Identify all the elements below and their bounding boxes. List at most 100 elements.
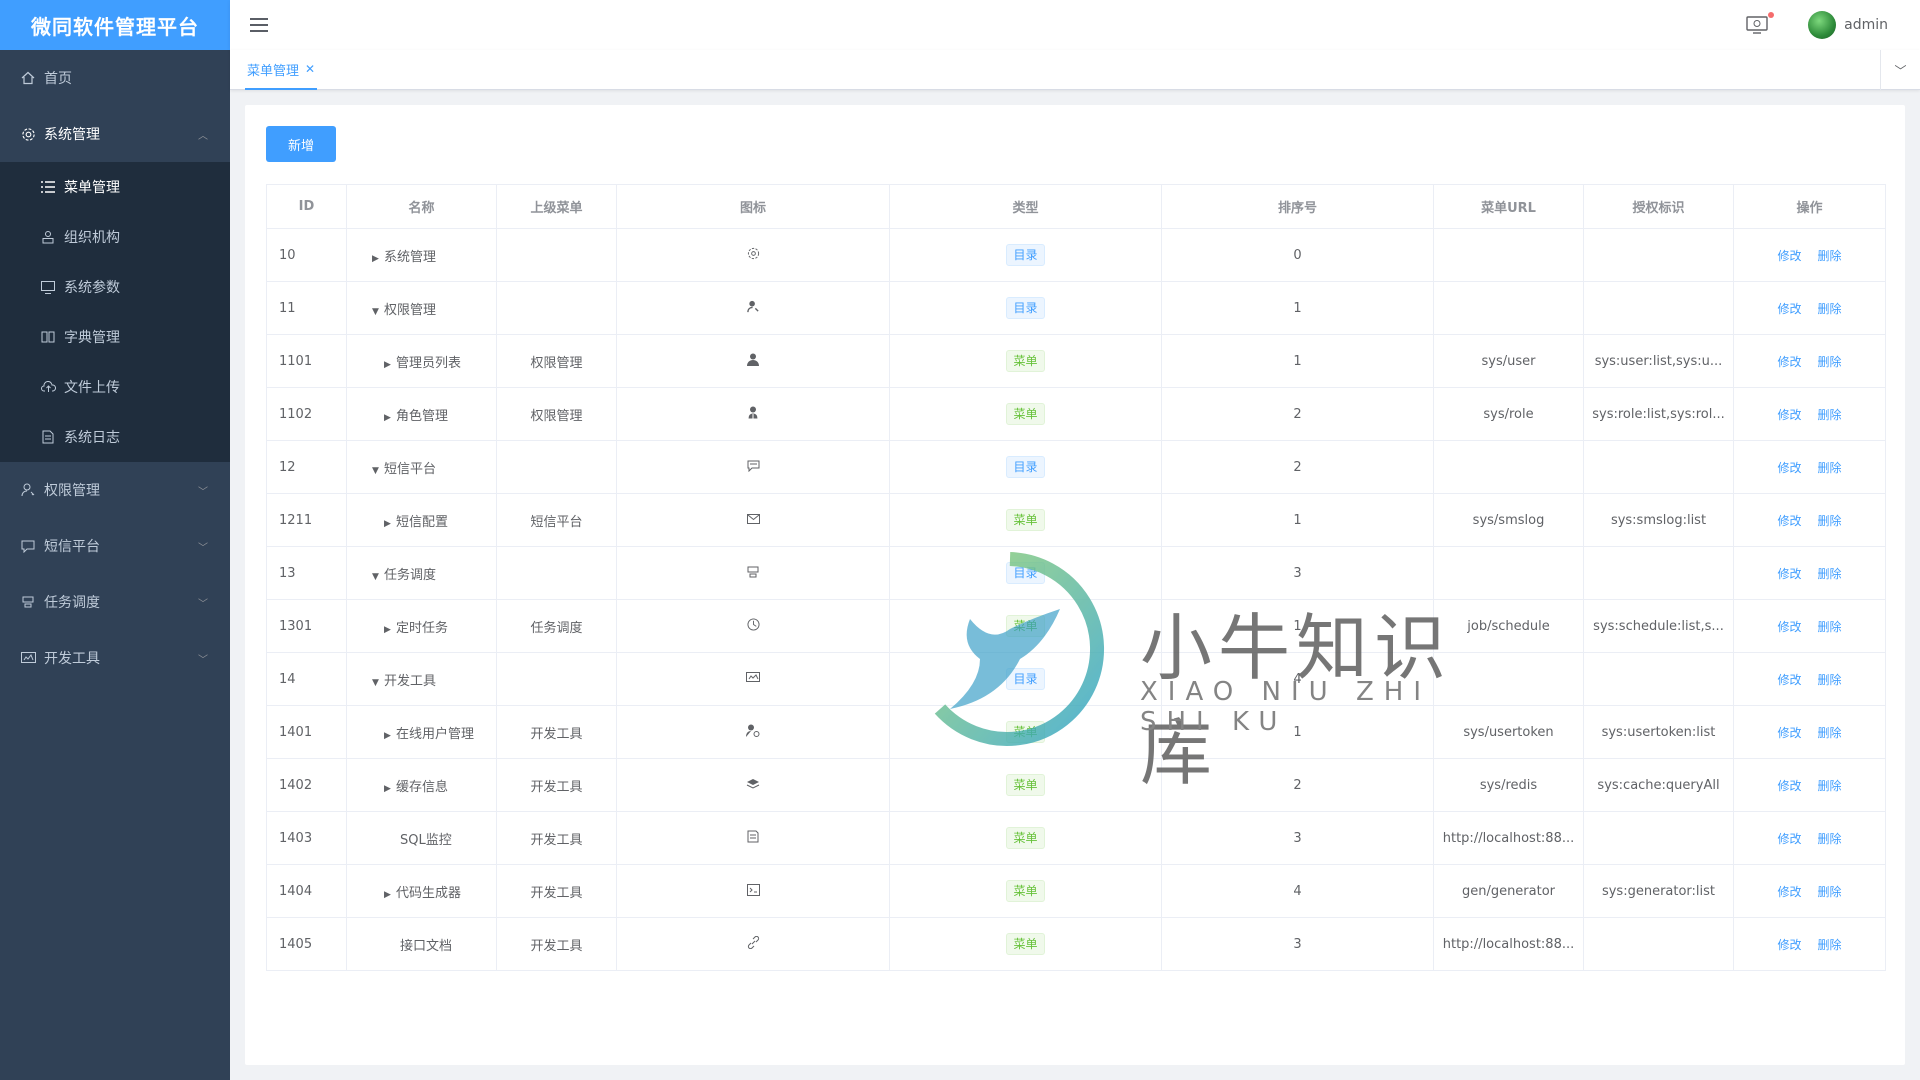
sidebar-item-organization[interactable]: 组织机构	[0, 212, 230, 262]
username[interactable]: admin	[1844, 17, 1888, 33]
order-cell: 3	[1161, 917, 1434, 971]
delete-button[interactable]: 删除	[1818, 567, 1842, 581]
expand-caret-icon[interactable]: ▶	[384, 784, 396, 794]
sidebar-item-file-upload[interactable]: 文件上传	[0, 362, 230, 412]
expand-caret-icon[interactable]: ▶	[384, 625, 396, 635]
tags-view: 菜单管理 ✕ ﹀	[230, 50, 1920, 90]
actions-cell: 修改 删除	[1733, 917, 1886, 971]
icon-cell	[616, 493, 890, 547]
delete-button[interactable]: 删除	[1818, 461, 1842, 475]
sidebar-item-permission[interactable]: 权限管理 ﹀	[0, 462, 230, 518]
sidebar-item-sms[interactable]: 短信平台 ﹀	[0, 518, 230, 574]
id-cell: 11	[266, 281, 347, 335]
table-header-row: ID 名称 上级菜单 图标 类型 排序号 菜单URL 授权标识 操作	[266, 184, 1886, 229]
expand-caret-icon[interactable]: ▶	[384, 519, 396, 529]
icon-cell	[616, 281, 890, 335]
menu-name: 接口文档	[400, 938, 453, 954]
delete-button[interactable]: 删除	[1818, 302, 1842, 316]
edit-button[interactable]: 修改	[1777, 408, 1801, 422]
order-cell: 4	[1161, 864, 1434, 918]
log-icon	[40, 429, 56, 445]
edit-button[interactable]: 修改	[1777, 249, 1801, 263]
delete-button[interactable]: 删除	[1818, 514, 1842, 528]
delete-button[interactable]: 删除	[1818, 832, 1842, 846]
edit-button[interactable]: 修改	[1777, 885, 1801, 899]
edit-button[interactable]: 修改	[1777, 461, 1801, 475]
menu-table: ID 名称 上级菜单 图标 类型 排序号 菜单URL 授权标识 操作 10 ▶ 系统…	[266, 184, 1886, 971]
delete-button[interactable]: 删除	[1818, 885, 1842, 899]
edit-button[interactable]: 修改	[1777, 726, 1801, 740]
collapse-caret-icon[interactable]: ▼	[372, 572, 384, 582]
screen-monitor-icon[interactable]	[1746, 12, 1775, 34]
sidebar-item-label: 系统日志	[64, 430, 120, 446]
user-icon	[746, 352, 760, 366]
collapse-caret-icon[interactable]: ▼	[372, 307, 384, 317]
delete-button[interactable]: 删除	[1818, 620, 1842, 634]
chevron-down-icon: ﹀	[198, 543, 208, 554]
layers-icon	[746, 777, 760, 791]
delete-button[interactable]: 删除	[1818, 249, 1842, 263]
icon-cell	[616, 811, 890, 865]
expand-caret-icon[interactable]: ▶	[384, 413, 396, 423]
delete-button[interactable]: 删除	[1818, 779, 1842, 793]
sidebar-item-devtools[interactable]: 开发工具 ﹀	[0, 630, 230, 686]
sidebar-item-system[interactable]: 系统管理 ︿	[0, 106, 230, 162]
order-cell: 1	[1161, 599, 1434, 653]
edit-button[interactable]: 修改	[1777, 938, 1801, 952]
expand-caret-icon[interactable]: ▶	[372, 254, 384, 264]
task-icon	[746, 565, 760, 579]
collapse-caret-icon[interactable]: ▼	[372, 466, 384, 476]
menu-name: 系统管理	[384, 249, 437, 265]
actions-cell: 修改 删除	[1733, 758, 1886, 812]
order-cell: 1	[1161, 281, 1434, 335]
perms-cell	[1583, 917, 1734, 971]
edit-button[interactable]: 修改	[1777, 620, 1801, 634]
edit-button[interactable]: 修改	[1777, 567, 1801, 581]
sidebar-item-label: 短信平台	[44, 539, 100, 555]
tab-label: 菜单管理	[247, 63, 300, 79]
name-cell: ▶ 定时任务	[346, 599, 497, 653]
edit-button[interactable]: 修改	[1777, 302, 1801, 316]
table-row: 1211 ▶ 短信配置 短信平台 菜单 1 sys/smslog sys:smslog:lis…	[266, 493, 1886, 547]
delete-button[interactable]: 删除	[1818, 355, 1842, 369]
chevron-down-icon[interactable]: ﹀	[1880, 50, 1920, 90]
type-cell: 菜单	[889, 599, 1162, 653]
sidebar-item-system-params[interactable]: 系统参数	[0, 262, 230, 312]
expand-caret-icon[interactable]: ▶	[384, 731, 396, 741]
delete-button[interactable]: 删除	[1818, 408, 1842, 422]
avatar[interactable]	[1808, 11, 1837, 39]
type-cell: 目录	[889, 440, 1162, 494]
close-icon[interactable]: ✕	[305, 62, 315, 76]
hamburger-menu-icon[interactable]	[250, 18, 268, 32]
url-cell: sys/role	[1433, 387, 1584, 441]
sidebar-item-home[interactable]: 首页	[0, 50, 230, 106]
id-cell: 1404	[266, 864, 347, 918]
edit-button[interactable]: 修改	[1777, 832, 1801, 846]
expand-caret-icon[interactable]: ▶	[384, 360, 396, 370]
add-button[interactable]: 新增	[266, 126, 336, 162]
type-badge: 菜单	[1006, 615, 1045, 637]
tab-menu-management[interactable]: 菜单管理 ✕	[245, 50, 318, 90]
sidebar-item-task[interactable]: 任务调度 ﹀	[0, 574, 230, 630]
sidebar-item-system-log[interactable]: 系统日志	[0, 412, 230, 462]
collapse-caret-icon[interactable]: ▼	[372, 678, 384, 688]
sidebar-item-menu-management[interactable]: 菜单管理	[0, 162, 230, 212]
table-body: 10 ▶ 系统管理 目录 0 修改 删除 11 ▼ 权限管理 目录 1 修改 删除 1101 ▶ 管理员列表 权限…	[266, 228, 1886, 971]
edit-button[interactable]: 修改	[1777, 514, 1801, 528]
sidebar-item-dictionary[interactable]: 字典管理	[0, 312, 230, 362]
gear-icon	[746, 246, 760, 260]
icon-cell	[616, 440, 890, 494]
delete-button[interactable]: 删除	[1818, 938, 1842, 952]
edit-button[interactable]: 修改	[1777, 779, 1801, 793]
order-cell: 2	[1161, 758, 1434, 812]
id-cell: 1102	[266, 387, 347, 441]
actions-cell: 修改 删除	[1733, 334, 1886, 388]
expand-caret-icon[interactable]: ▶	[384, 890, 396, 900]
id-cell: 13	[266, 546, 347, 600]
table-row: 1101 ▶ 管理员列表 权限管理 菜单 1 sys/user sys:user:list,s…	[266, 334, 1886, 388]
name-cell: ▶ 缓存信息	[346, 758, 497, 812]
delete-button[interactable]: 删除	[1818, 673, 1842, 687]
edit-button[interactable]: 修改	[1777, 673, 1801, 687]
delete-button[interactable]: 删除	[1818, 726, 1842, 740]
edit-button[interactable]: 修改	[1777, 355, 1801, 369]
